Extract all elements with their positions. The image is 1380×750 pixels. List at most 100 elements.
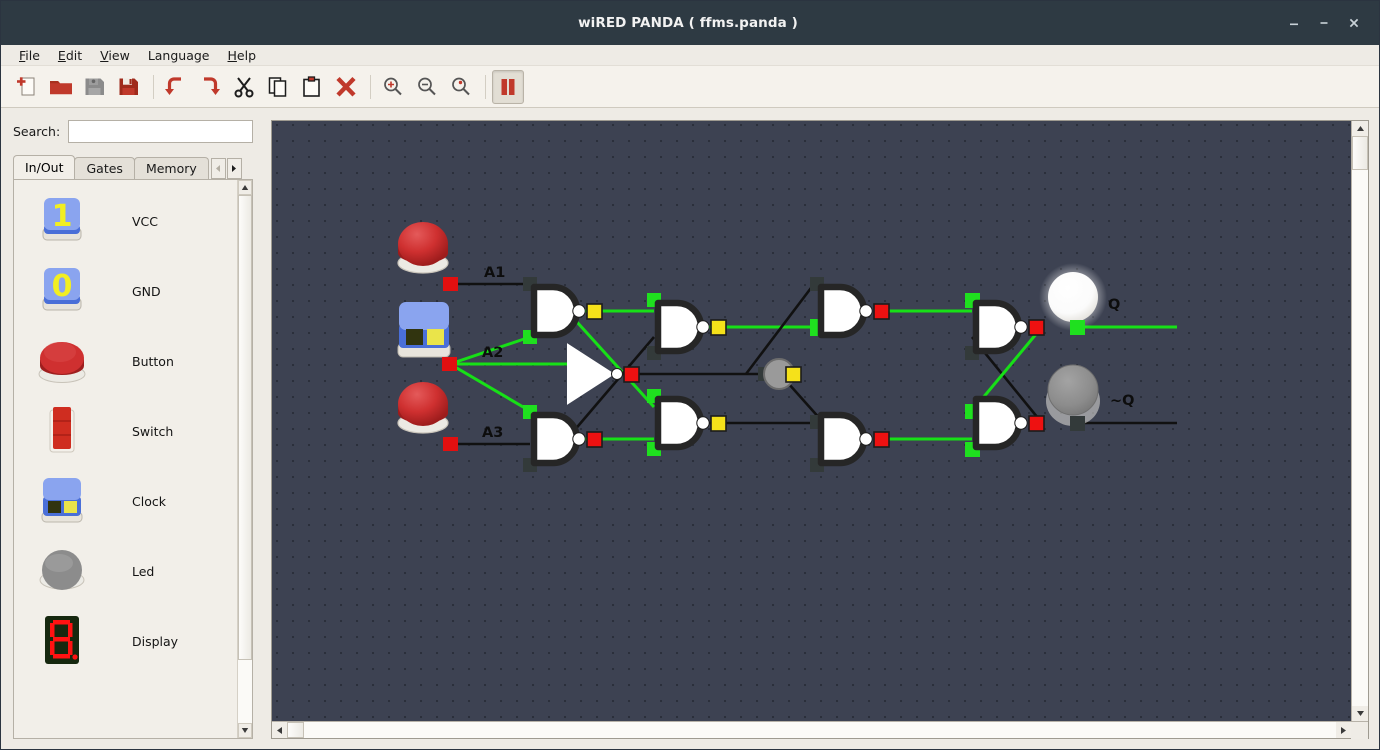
palette-tab-bar: In/Out Gates Memory — [13, 155, 253, 179]
application-window: wiRED PANDA ( ffms.panda ) File Edit Vie… — [0, 0, 1380, 750]
search-label: Search: — [13, 124, 61, 139]
palette-item-label: GND — [132, 283, 161, 299]
palette-item-display[interactable]: Display — [14, 606, 237, 676]
canvas-vertical-scrollbar[interactable] — [1351, 121, 1368, 721]
toolbar-separator — [485, 74, 486, 99]
canvas-horizontal-scroll-track[interactable] — [287, 722, 1336, 738]
clock-icon — [36, 475, 88, 527]
canvas-scroll-right-button[interactable] — [1336, 722, 1351, 738]
seven-segment-display-icon — [36, 615, 88, 667]
palette-item-vcc[interactable]: 1 VCC — [14, 186, 237, 256]
canvas-vertical-scroll-track[interactable] — [1352, 136, 1368, 706]
led-icon — [36, 545, 88, 597]
nand-gate-8[interactable] — [965, 399, 1045, 457]
button-A1[interactable] — [397, 222, 458, 291]
canvas-row: A1 A2 A3 Q ~Q — [272, 121, 1368, 721]
nand-gate-7[interactable] — [965, 293, 1045, 360]
close-button[interactable] — [1339, 8, 1369, 38]
canvas-scroll-up-button[interactable] — [1352, 121, 1368, 136]
zoom-reset-icon[interactable] — [445, 70, 477, 104]
delete-x-icon[interactable] — [330, 70, 362, 104]
nand-gate-4[interactable] — [647, 389, 727, 456]
circuit-canvas[interactable]: A1 A2 A3 Q ~Q — [272, 121, 1351, 721]
cut-scissors-icon[interactable] — [228, 70, 260, 104]
palette-list: 1 VCC 0 GND Button Switch Clock Led Disp… — [13, 179, 253, 739]
canvas-horizontal-scroll-thumb[interactable] — [287, 722, 304, 738]
gnd-zero-icon: 0 — [36, 265, 88, 317]
save-icon[interactable] — [113, 70, 145, 104]
palette-scroll-track[interactable] — [238, 195, 252, 723]
palette-item-led[interactable]: Led — [14, 536, 237, 606]
minimize-button[interactable] — [1279, 8, 1309, 38]
palette-list-items: 1 VCC 0 GND Button Switch Clock Led Disp… — [14, 180, 237, 738]
tab-in-out[interactable]: In/Out — [13, 155, 76, 179]
tab-memory[interactable]: Memory — [133, 157, 209, 179]
scroll-down-button[interactable] — [238, 723, 252, 738]
redo-icon[interactable] — [194, 70, 226, 104]
circuit-diagram — [397, 222, 1177, 472]
undo-icon[interactable] — [160, 70, 192, 104]
maximize-button[interactable] — [1309, 8, 1339, 38]
search-input[interactable] — [68, 120, 253, 143]
scroll-up-button[interactable] — [238, 180, 252, 195]
svg-text:0: 0 — [52, 269, 73, 304]
menu-view[interactable]: View — [92, 46, 138, 65]
svg-text:1: 1 — [52, 199, 73, 234]
switch-icon — [36, 405, 88, 457]
nand-gate-5[interactable] — [810, 277, 890, 336]
canvas-scroll-down-button[interactable] — [1352, 706, 1368, 721]
toolbar-separator — [370, 74, 371, 99]
clock-A2[interactable] — [397, 302, 457, 371]
title-bar: wiRED PANDA ( ffms.panda ) — [1, 1, 1379, 45]
tab-scroll-controls — [210, 158, 242, 179]
led-not-Q[interactable] — [1046, 364, 1100, 431]
tab-next-button[interactable] — [226, 158, 242, 179]
led-Q[interactable] — [1039, 263, 1107, 335]
window-controls — [1279, 8, 1379, 38]
palette-item-switch[interactable]: Switch — [14, 396, 237, 466]
junction-node-1[interactable] — [758, 358, 802, 390]
canvas-vertical-scroll-thumb[interactable] — [1352, 136, 1368, 171]
palette-scrollbar[interactable] — [237, 180, 252, 738]
nand-gate-1[interactable] — [523, 277, 603, 344]
paste-clipboard-icon[interactable] — [296, 70, 328, 104]
nand-gate-6[interactable] — [810, 415, 890, 472]
palette-item-gnd[interactable]: 0 GND — [14, 256, 237, 326]
canvas-scroll-left-button[interactable] — [272, 722, 287, 738]
menu-edit[interactable]: Edit — [50, 46, 90, 65]
palette-item-label: Clock — [132, 493, 166, 509]
new-file-icon[interactable] — [11, 70, 43, 104]
nand-gate-2[interactable] — [523, 405, 603, 472]
toolbar-separator — [153, 74, 154, 99]
button-icon — [36, 335, 88, 387]
palette-scroll-thumb[interactable] — [238, 195, 252, 660]
zoom-in-icon[interactable] — [377, 70, 409, 104]
nand-gate-3[interactable] — [647, 293, 727, 360]
copy-icon[interactable] — [262, 70, 294, 104]
menu-help[interactable]: Help — [220, 46, 265, 65]
menu-language[interactable]: Language — [140, 46, 218, 65]
palette-item-clock[interactable]: Clock — [14, 466, 237, 536]
main-body: Search: In/Out Gates Memory 1 VCC 0 GND … — [1, 108, 1379, 749]
tab-prev-button[interactable] — [210, 158, 226, 179]
menu-bar: File Edit View Language Help — [1, 45, 1379, 66]
palette-item-label: Button — [132, 353, 174, 369]
window-title: wiRED PANDA ( ffms.panda ) — [578, 15, 798, 31]
palette-item-label: Switch — [132, 423, 174, 439]
palette-item-label: VCC — [132, 213, 159, 229]
component-palette-panel: Search: In/Out Gates Memory 1 VCC 0 GND … — [1, 108, 261, 749]
zoom-out-icon[interactable] — [411, 70, 443, 104]
pause-icon[interactable] — [492, 69, 524, 104]
button-A3[interactable] — [397, 382, 458, 451]
vcc-one-icon: 1 — [36, 195, 88, 247]
search-row: Search: — [13, 120, 261, 143]
palette-item-button[interactable]: Button — [14, 326, 237, 396]
schematic-editor: A1 A2 A3 Q ~Q — [271, 120, 1369, 739]
toolbar — [1, 66, 1379, 108]
tab-gates[interactable]: Gates — [74, 157, 135, 179]
menu-file[interactable]: File — [11, 46, 48, 65]
scrollbar-corner — [1351, 722, 1368, 739]
open-folder-icon[interactable] — [45, 70, 77, 104]
canvas-horizontal-scrollbar[interactable] — [272, 721, 1368, 739]
save-as-icon[interactable] — [79, 70, 111, 104]
